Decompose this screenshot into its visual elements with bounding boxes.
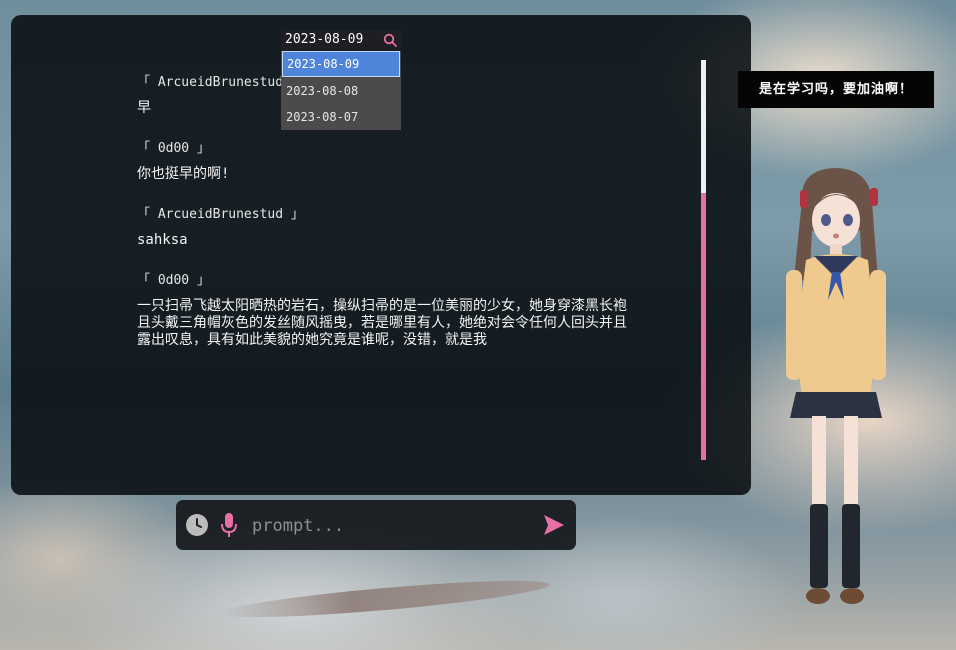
microphone-icon[interactable]	[220, 512, 238, 538]
send-icon[interactable]	[542, 513, 566, 537]
chat-message: 「 ArcueidBrunestud 」 sahksa	[137, 203, 627, 249]
date-picker[interactable]: 2023-08-09 2023-08-09 2023-08-08 2023-08…	[281, 30, 401, 130]
search-icon[interactable]	[383, 33, 397, 47]
scrollbar-thumb[interactable]	[701, 193, 706, 460]
date-option[interactable]: 2023-08-08	[281, 78, 401, 104]
character-avatar[interactable]	[772, 160, 902, 620]
message-text: 一只扫帚飞越太阳晒热的岩石，操纵扫帚的是一位美丽的少女，她身穿漆黑长袍且头戴三角…	[137, 298, 627, 348]
message-text: 你也挺早的啊!	[137, 166, 230, 182]
message-sender: 「 ArcueidBrunestud 」	[137, 207, 304, 222]
background-streak	[219, 573, 551, 625]
date-input[interactable]: 2023-08-09	[281, 30, 401, 50]
message-sender: 「 0d00 」	[137, 141, 210, 156]
prompt-input[interactable]	[250, 513, 534, 539]
chat-scrollbar[interactable]	[701, 60, 706, 460]
date-option[interactable]: 2023-08-09	[282, 51, 400, 77]
message-sender: 「 0d00 」	[137, 273, 210, 288]
message-text: sahksa	[137, 232, 188, 248]
clock-icon[interactable]	[185, 513, 209, 537]
prompt-bar	[176, 500, 576, 550]
date-dropdown: 2023-08-09 2023-08-08 2023-08-07	[281, 51, 401, 130]
date-option[interactable]: 2023-08-07	[281, 104, 401, 130]
chat-message: 「 0d00 」 你也挺早的啊!	[137, 137, 627, 183]
date-value: 2023-08-09	[285, 32, 364, 47]
chat-message: 「 0d00 」 一只扫帚飞越太阳晒热的岩石，操纵扫帚的是一位美丽的少女，她身穿…	[137, 269, 627, 349]
speech-tooltip: 是在学习吗，要加油啊！	[738, 71, 934, 108]
